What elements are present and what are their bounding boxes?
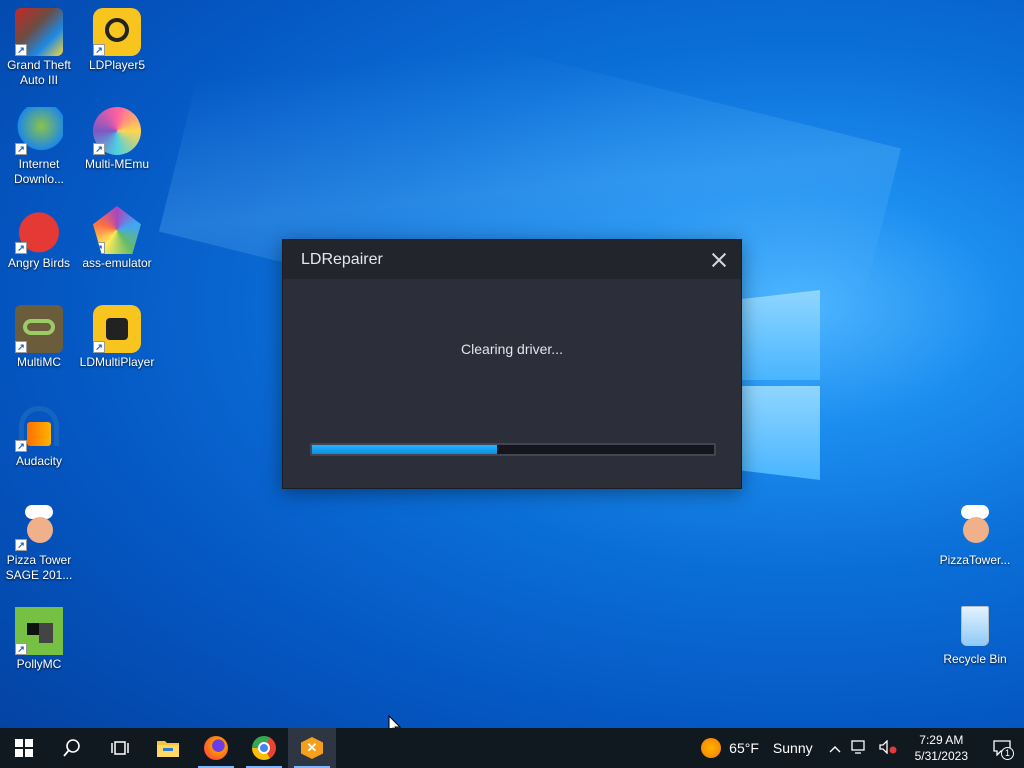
ldplayer5-icon: ↗ xyxy=(93,8,141,56)
pollymc-icon: ↗ xyxy=(15,607,63,655)
desktop-icon-label: Audacity xyxy=(15,454,63,468)
firefox-icon xyxy=(204,736,228,760)
dialog-status-text: Clearing driver... xyxy=(461,341,563,357)
start-button[interactable] xyxy=(0,728,48,768)
search-icon xyxy=(63,739,80,757)
desktop-icon-pizza-tower-sage[interactable]: ↗ Pizza Tower SAGE 201... xyxy=(0,503,78,583)
ldmultiplayer-icon: ↗ xyxy=(93,305,141,353)
desktop-icon-label: ass-emulator xyxy=(82,256,152,270)
taskbar: ✕ 65°F Sunny 7:29 AM 5/31/2023 1 xyxy=(0,728,1024,768)
desktop-icon-ldmultiplayer[interactable]: ↗ LDMultiPlayer xyxy=(78,305,156,370)
pizza-tower-icon xyxy=(951,503,999,551)
task-view-icon xyxy=(111,741,129,755)
desktop-icon-label: LDPlayer5 xyxy=(88,58,146,72)
desktop-icon-gta3[interactable]: ↗ Grand Theft Auto III xyxy=(0,8,78,88)
desktop-icon-label: PizzaTower... xyxy=(939,553,1011,567)
audacity-icon: ↗ xyxy=(15,404,63,452)
ldrepairer-icon: ✕ xyxy=(301,737,323,759)
clock-time: 7:29 AM xyxy=(919,733,964,747)
desktop-icon-recycle-bin[interactable]: Recycle Bin xyxy=(936,602,1014,667)
desktop-icon-multi-memu[interactable]: ↗ Multi-MEmu xyxy=(78,107,156,172)
desktop-icon-label: PollyMC xyxy=(16,657,62,671)
progress-bar-fill xyxy=(312,445,497,454)
search-button[interactable] xyxy=(48,728,96,768)
desktop-icon-idm[interactable]: ↗ Internet Downlo... xyxy=(0,107,78,187)
internet-download-manager-icon: ↗ xyxy=(15,107,63,155)
sun-icon xyxy=(701,738,722,758)
network-button[interactable] xyxy=(847,739,873,757)
ldrepairer-dialog: LDRepairer Clearing driver... xyxy=(282,239,742,489)
desktop-icon-label: Pizza Tower SAGE 201... xyxy=(5,553,73,582)
notification-badge: 1 xyxy=(1001,747,1014,760)
taskbar-firefox[interactable] xyxy=(192,728,240,768)
progress-bar xyxy=(310,443,716,456)
taskbar-ldrepairer[interactable]: ✕ xyxy=(288,728,336,768)
desktop-icon-angry-birds[interactable]: ↗ Angry Birds xyxy=(0,206,78,271)
dialog-titlebar[interactable]: LDRepairer xyxy=(283,240,741,279)
volume-button[interactable] xyxy=(873,738,903,757)
windows-logo-wallpaper xyxy=(742,290,824,480)
clock-date: 5/31/2023 xyxy=(914,749,968,763)
taskbar-chrome[interactable] xyxy=(240,728,288,768)
desktop-icon-pizza-tower[interactable]: PizzaTower... xyxy=(936,503,1014,568)
desktop-icon-label: LDMultiPlayer xyxy=(79,355,155,369)
desktop-icon-label: Recycle Bin xyxy=(943,652,1007,666)
windows-icon xyxy=(15,739,33,757)
folder-icon xyxy=(157,741,179,757)
desktop-icon-label: Angry Birds xyxy=(7,256,71,270)
volume-muted-icon xyxy=(878,738,897,755)
clock[interactable]: 7:29 AM 5/31/2023 xyxy=(903,732,980,764)
taskbar-file-explorer[interactable] xyxy=(144,728,192,768)
multi-memu-icon: ↗ xyxy=(93,107,141,155)
notification-center-button[interactable]: 1 xyxy=(980,728,1024,768)
weather-description: Sunny xyxy=(772,740,813,756)
desktop-icon-ldplayer5[interactable]: ↗ LDPlayer5 xyxy=(78,8,156,73)
system-tray: 65°F Sunny 7:29 AM 5/31/2023 1 xyxy=(691,728,1024,768)
multimc-icon: ↗ xyxy=(15,305,63,353)
desktop-icon-label: Multi-MEmu xyxy=(84,157,149,171)
pizza-tower-icon: ↗ xyxy=(15,503,63,551)
chrome-icon xyxy=(252,736,276,760)
recycle-bin-icon xyxy=(951,602,999,650)
task-view-button[interactable] xyxy=(96,728,144,768)
show-hidden-icons-button[interactable] xyxy=(823,740,847,756)
dialog-title: LDRepairer xyxy=(301,250,383,268)
close-icon[interactable] xyxy=(707,248,731,272)
desktop-icon-multimc[interactable]: ↗ MultiMC xyxy=(0,305,78,370)
weather-widget[interactable]: 65°F Sunny xyxy=(691,738,822,758)
desktop-icon-label: Grand Theft Auto III xyxy=(7,58,71,87)
desktop-icon-label: Internet Downlo... xyxy=(13,157,65,186)
desktop-icon-label: MultiMC xyxy=(17,355,61,369)
chevron-up-icon xyxy=(829,746,841,753)
gta3-icon: ↗ xyxy=(15,8,63,56)
weather-temp: 65°F xyxy=(729,740,759,756)
desktop-icon-audacity[interactable]: ↗ Audacity xyxy=(0,404,78,469)
network-icon xyxy=(850,739,865,754)
desktop-icon-pollymc[interactable]: ↗ PollyMC xyxy=(0,607,78,672)
angry-birds-icon: ↗ xyxy=(15,206,63,254)
ass-emulator-icon: ↗ xyxy=(93,206,141,254)
desktop-icon-ass-emulator[interactable]: ↗ ass-emulator xyxy=(78,206,156,271)
